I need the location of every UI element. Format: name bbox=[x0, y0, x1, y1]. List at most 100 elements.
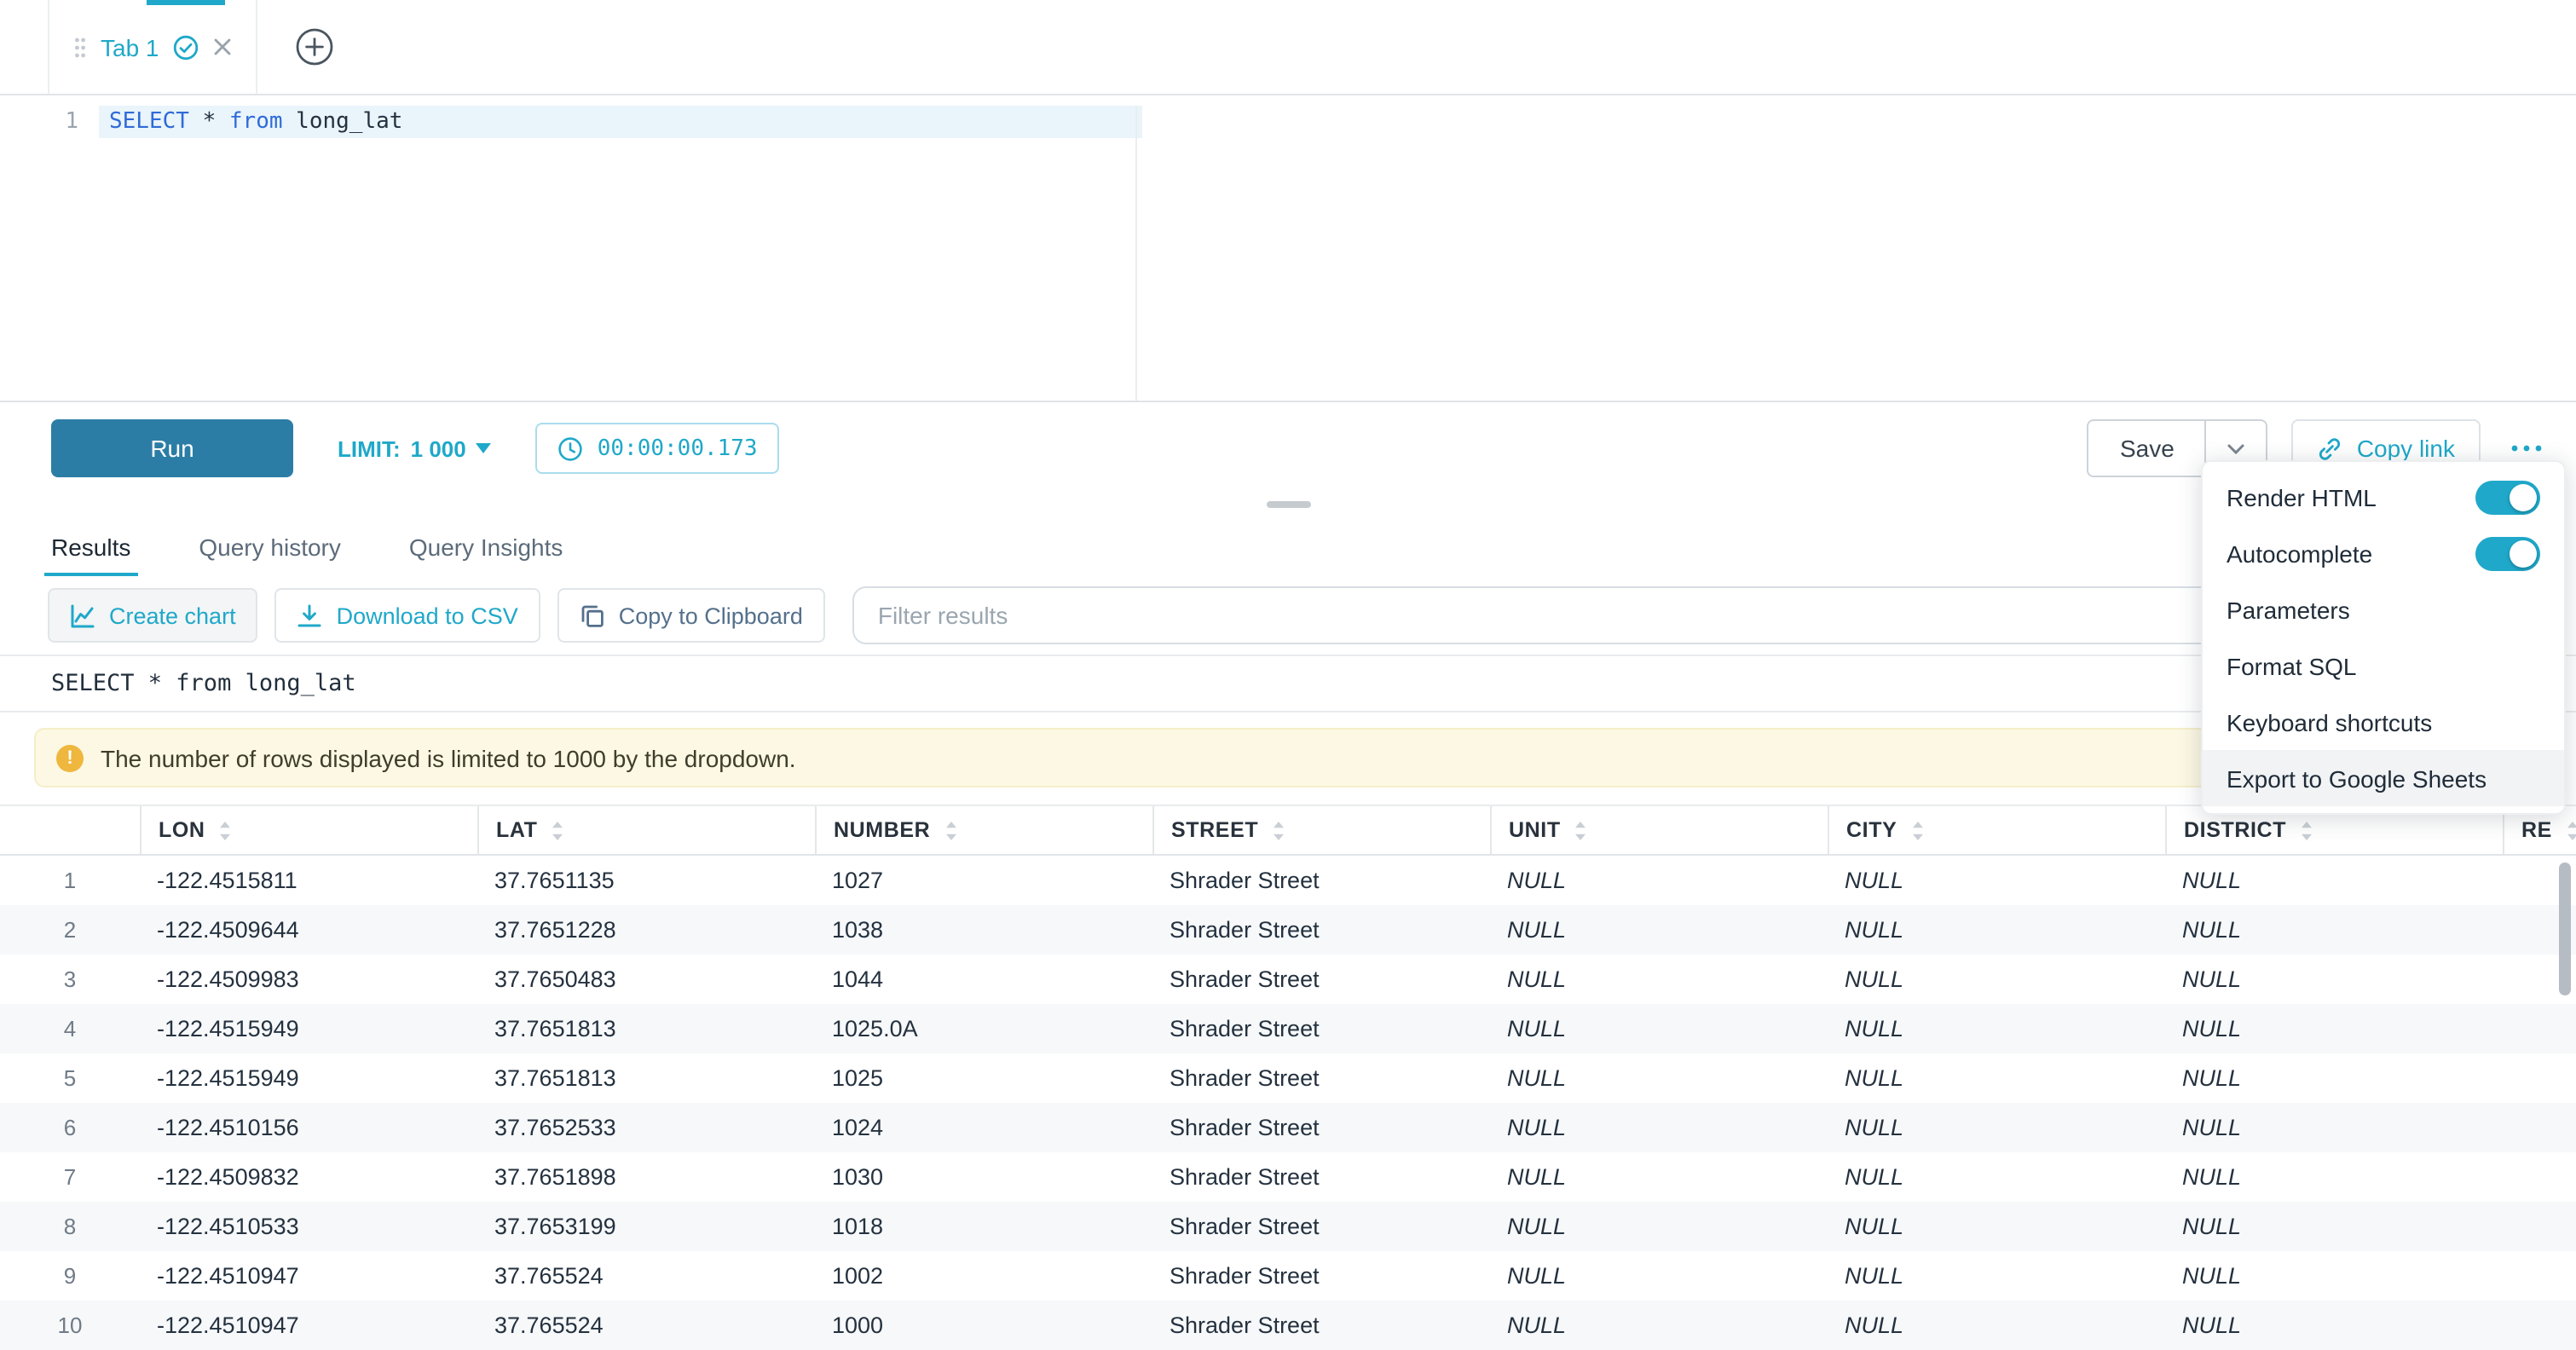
table-cell: NULL bbox=[1828, 1214, 2165, 1239]
row-number: 10 bbox=[0, 1312, 140, 1338]
warning-text: The number of rows displayed is limited … bbox=[101, 744, 796, 771]
line-number: 1 bbox=[0, 106, 99, 138]
table-row: 10-122.451094737.7655241000Shrader Stree… bbox=[0, 1301, 2576, 1350]
code-line: 1 SELECT * from long_lat bbox=[0, 106, 2576, 138]
chevron-down-icon bbox=[2227, 442, 2246, 454]
table-cell: NULL bbox=[2165, 966, 2503, 992]
menu-item-label: Autocomplete bbox=[2227, 539, 2372, 567]
menu-item-keyboard-shortcuts[interactable]: Keyboard shortcuts bbox=[2203, 694, 2564, 750]
tab-query-insights[interactable]: Query Insights bbox=[409, 534, 563, 576]
sort-icon bbox=[944, 819, 957, 841]
table-cell: NULL bbox=[2165, 1164, 2503, 1190]
column-label: UNIT bbox=[1509, 818, 1561, 842]
table-cell: NULL bbox=[1490, 1016, 1828, 1041]
sort-icon bbox=[1910, 819, 1924, 841]
table-cell: NULL bbox=[1828, 1263, 2165, 1289]
column-header-lon[interactable]: LON bbox=[140, 806, 477, 854]
table-cell: Shrader Street bbox=[1152, 868, 1490, 893]
column-header-street[interactable]: STREET bbox=[1152, 806, 1490, 854]
table-cell: NULL bbox=[1490, 1164, 1828, 1190]
menu-item-autocomplete[interactable]: Autocomplete bbox=[2203, 525, 2564, 581]
render-html-toggle[interactable] bbox=[2475, 480, 2540, 514]
table-cell: -122.4509644 bbox=[140, 917, 477, 943]
column-header-number[interactable]: NUMBER bbox=[815, 806, 1152, 854]
table-cell: NULL bbox=[2165, 917, 2503, 943]
tab-query-history[interactable]: Query history bbox=[199, 534, 341, 576]
download-csv-button[interactable]: Download to CSV bbox=[275, 588, 540, 643]
clock-icon bbox=[558, 436, 584, 461]
table-cell: NULL bbox=[2165, 1263, 2503, 1289]
column-label: DISTRICT bbox=[2184, 818, 2286, 842]
table-cell: NULL bbox=[1828, 1115, 2165, 1140]
results-tabs: Results Query history Query Insights bbox=[0, 515, 2576, 576]
table-cell: Shrader Street bbox=[1152, 966, 1490, 992]
close-tab-icon[interactable] bbox=[214, 38, 233, 56]
table-cell: 1027 bbox=[815, 868, 1152, 893]
sql-editor[interactable]: 1 SELECT * from long_lat bbox=[0, 106, 2576, 402]
copy-to-clipboard-button[interactable]: Copy to Clipboard bbox=[557, 588, 825, 643]
menu-item-export-to-google-sheets[interactable]: Export to Google Sheets bbox=[2203, 750, 2564, 806]
menu-item-format-sql[interactable]: Format SQL bbox=[2203, 638, 2564, 694]
table-cell: 37.765524 bbox=[477, 1312, 815, 1338]
save-button[interactable]: Save bbox=[2088, 419, 2207, 477]
menu-item-render-html[interactable]: Render HTML bbox=[2203, 469, 2564, 525]
tab-label: Tab 1 bbox=[101, 33, 159, 61]
results-action-bar: Create chart Download to CSV Copy to Cli… bbox=[0, 576, 2576, 655]
menu-item-label: Format SQL bbox=[2227, 652, 2357, 679]
menu-item-parameters[interactable]: Parameters bbox=[2203, 581, 2564, 638]
table-cell: NULL bbox=[1490, 1312, 1828, 1338]
table-row: 9-122.451094737.7655241002Shrader Street… bbox=[0, 1251, 2576, 1301]
table-cell: Shrader Street bbox=[1152, 917, 1490, 943]
table-scrollbar[interactable] bbox=[2559, 862, 2571, 995]
column-header-city[interactable]: CITY bbox=[1828, 806, 2165, 854]
table-cell: -122.4515811 bbox=[140, 868, 477, 893]
panel-resize-handle[interactable] bbox=[1266, 501, 1310, 508]
plus-circle-icon bbox=[296, 27, 335, 66]
limit-value: 1 000 bbox=[411, 436, 466, 461]
menu-item-label: Render HTML bbox=[2227, 483, 2377, 511]
table-row: 1-122.451581137.76511351027Shrader Stree… bbox=[0, 856, 2576, 905]
table-cell: 1044 bbox=[815, 966, 1152, 992]
row-number: 4 bbox=[0, 1016, 140, 1041]
limit-dropdown[interactable]: LIMIT: 1 000 bbox=[338, 436, 492, 461]
table-cell: 37.7653199 bbox=[477, 1214, 815, 1239]
create-chart-label: Create chart bbox=[109, 603, 236, 628]
table-cell: 1025 bbox=[815, 1065, 1152, 1091]
menu-item-label: Keyboard shortcuts bbox=[2227, 708, 2432, 736]
download-icon bbox=[297, 603, 323, 628]
more-options-menu: Render HTML Autocomplete Parameters Format … bbox=[2201, 460, 2566, 815]
column-label: NUMBER bbox=[834, 818, 930, 842]
caret-down-icon bbox=[477, 443, 492, 453]
link-icon bbox=[2318, 436, 2343, 461]
column-header-unit[interactable]: UNIT bbox=[1490, 806, 1828, 854]
copy-link-label: Copy link bbox=[2357, 435, 2455, 462]
executed-query-text: SELECT * from long_lat bbox=[51, 670, 356, 697]
sort-icon bbox=[1272, 819, 1285, 841]
tab-results[interactable]: Results bbox=[51, 534, 130, 576]
table-cell: 1000 bbox=[815, 1312, 1152, 1338]
row-number: 7 bbox=[0, 1164, 140, 1190]
table-cell: Shrader Street bbox=[1152, 1214, 1490, 1239]
table-cell: NULL bbox=[1828, 917, 2165, 943]
create-chart-button[interactable]: Create chart bbox=[48, 588, 258, 643]
autocomplete-toggle[interactable] bbox=[2475, 536, 2540, 570]
table-row: 4-122.451594937.76518131025.0AShrader St… bbox=[0, 1004, 2576, 1053]
table-cell: -122.4510533 bbox=[140, 1214, 477, 1239]
tab-1[interactable]: Tab 1 bbox=[48, 0, 258, 94]
table-cell: NULL bbox=[1490, 1263, 1828, 1289]
table-cell: 37.7652533 bbox=[477, 1115, 815, 1140]
column-label: LAT bbox=[496, 818, 538, 842]
table-cell: NULL bbox=[2165, 1115, 2503, 1140]
chart-icon bbox=[70, 603, 95, 628]
sort-icon bbox=[2300, 819, 2313, 841]
top-accent-bar bbox=[147, 0, 225, 5]
run-button[interactable]: Run bbox=[51, 419, 293, 477]
table-cell: NULL bbox=[1490, 1065, 1828, 1091]
editor-tab-bar: Tab 1 bbox=[0, 0, 2576, 95]
table-cell: Shrader Street bbox=[1152, 1263, 1490, 1289]
row-number-header bbox=[0, 806, 140, 854]
add-tab-button[interactable] bbox=[296, 0, 335, 94]
column-header-lat[interactable]: LAT bbox=[477, 806, 815, 854]
toggle-knob bbox=[2510, 539, 2537, 567]
copy-to-clipboard-label: Copy to Clipboard bbox=[619, 603, 803, 628]
